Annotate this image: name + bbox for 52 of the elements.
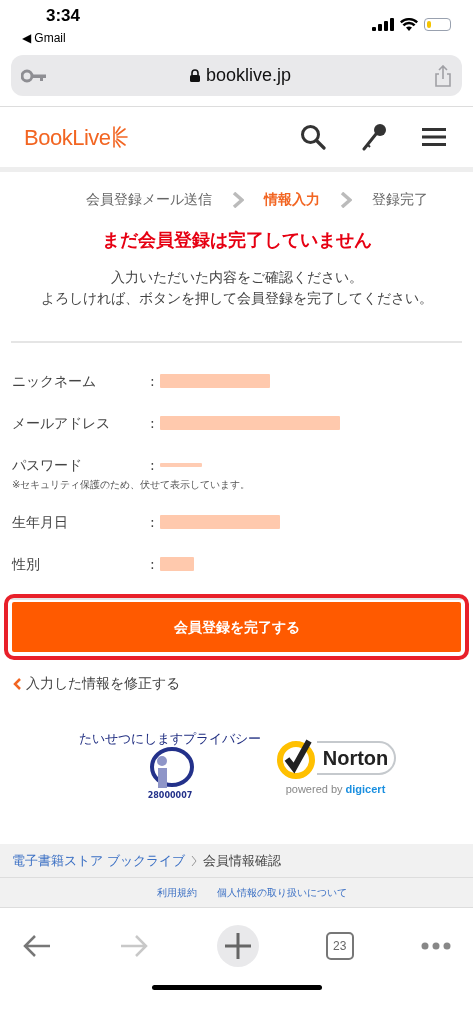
address-bar[interactable]: booklive.jp bbox=[11, 55, 462, 96]
more-icon[interactable] bbox=[421, 941, 451, 950]
back-arrow-icon[interactable] bbox=[22, 933, 52, 958]
footer-link[interactable]: 利用規約 bbox=[156, 885, 197, 900]
field-label: ニックネーム bbox=[12, 371, 97, 391]
colon-separator: : bbox=[150, 371, 156, 391]
chevron-icon bbox=[231, 191, 244, 208]
battery-icon bbox=[424, 18, 451, 31]
colon-separator: : bbox=[150, 413, 156, 433]
progress-step: 会員登録メール送信 bbox=[85, 189, 212, 210]
field-label: 生年月日 bbox=[12, 512, 69, 532]
progress-step: 登録完了 bbox=[371, 189, 428, 210]
back-to-app-link[interactable]: ◀ Gmail bbox=[22, 30, 81, 46]
field-label: パスワード bbox=[12, 455, 83, 475]
logo-text: BookLive bbox=[24, 123, 111, 152]
wifi-icon bbox=[400, 18, 418, 31]
colon-separator: : bbox=[150, 512, 156, 532]
search-icon[interactable] bbox=[300, 124, 326, 150]
tab-count-button[interactable]: 23 bbox=[325, 931, 354, 960]
breadcrumb-link[interactable]: 電子書籍ストア ブックライブ bbox=[12, 850, 186, 871]
colon-separator: : bbox=[150, 455, 156, 475]
sparkle-icon bbox=[110, 126, 128, 148]
field-label: 性別 bbox=[12, 554, 41, 574]
booklive-logo[interactable]: BookLive bbox=[24, 120, 128, 154]
digicert-wordmark: digicert bbox=[345, 781, 386, 797]
chevron-icon bbox=[339, 191, 352, 208]
key-icon[interactable] bbox=[361, 123, 387, 151]
privacy-caption: たいせつにしますプライバシー bbox=[79, 731, 261, 747]
progress-step: 情報入力 bbox=[263, 189, 320, 210]
chevron-left-icon bbox=[13, 677, 22, 690]
complete-registration-button[interactable]: 会員登録を完了する bbox=[12, 602, 461, 652]
clock-time: 3:34 bbox=[45, 6, 81, 26]
plus-icon bbox=[223, 931, 252, 960]
powered-by-text: powered by bbox=[285, 781, 343, 797]
chevron-icon bbox=[191, 854, 198, 867]
warning-heading: まだ会員登録は完了していません bbox=[100, 228, 373, 252]
instruction-text: 入力いただいた内容をご確認ください。 bbox=[110, 268, 363, 287]
edit-info-link[interactable]: 入力した情報を修正する bbox=[26, 673, 180, 694]
signal-icon bbox=[372, 18, 394, 31]
security-note: ※セキュリティ保護のため、伏せて表示しています。 bbox=[12, 478, 252, 492]
instruction-text: よろしければ、ボタンを押して会員登録を完了してください。 bbox=[40, 289, 433, 308]
norton-wordmark: Norton bbox=[316, 740, 397, 775]
menu-icon[interactable] bbox=[422, 127, 446, 147]
breadcrumb-link[interactable]: 会員情報確認 bbox=[203, 850, 282, 871]
redacted-value bbox=[160, 463, 202, 467]
url-text[interactable]: booklive.jp bbox=[205, 62, 292, 89]
redacted-value bbox=[160, 557, 194, 571]
registration-number: 28000007 bbox=[147, 791, 193, 801]
field-label: メールアドレス bbox=[12, 413, 111, 433]
colon-separator: : bbox=[150, 554, 156, 574]
lock-icon bbox=[189, 69, 200, 82]
footer-link[interactable]: 個人情報の取り扱いについて bbox=[216, 885, 347, 900]
